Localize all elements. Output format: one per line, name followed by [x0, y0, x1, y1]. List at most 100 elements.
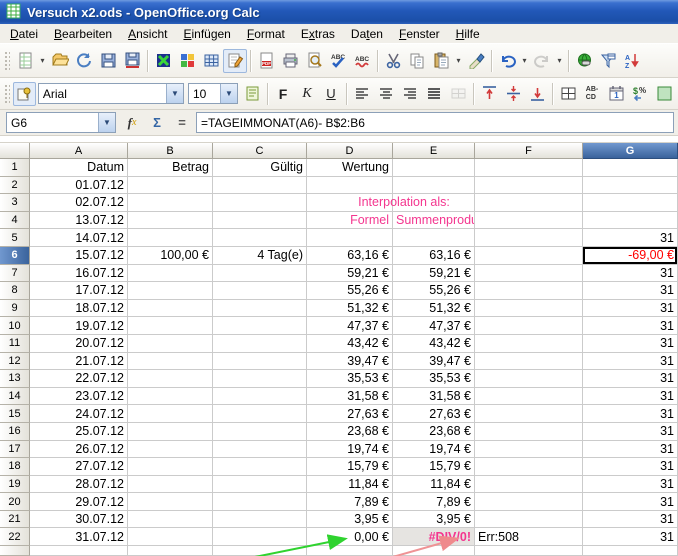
spellcheck-button[interactable]: ABC	[326, 49, 350, 73]
cell-E21[interactable]: 3,95 €	[393, 511, 475, 529]
cell-G13[interactable]: 31	[583, 370, 678, 388]
cell-C14[interactable]	[213, 388, 307, 406]
cell-B17[interactable]	[128, 441, 213, 459]
cell-B13[interactable]	[128, 370, 213, 388]
cell-G15[interactable]: 31	[583, 405, 678, 423]
cell-E4[interactable]: Summenprodukt	[393, 212, 475, 230]
cell-D16[interactable]: 23,68 €	[307, 423, 393, 441]
reload-button[interactable]	[72, 49, 96, 73]
cell-G11[interactable]: 31	[583, 335, 678, 353]
cell-C6[interactable]: 4 Tag(e)	[213, 247, 307, 265]
align-left-button[interactable]	[350, 82, 374, 106]
row-header-17[interactable]: 17	[0, 441, 30, 459]
hyperlink-button[interactable]	[572, 49, 596, 73]
row-header-9[interactable]: 9	[0, 300, 30, 318]
cell-C3[interactable]	[213, 194, 307, 212]
cell-A13[interactable]: 22.07.12	[30, 370, 128, 388]
clone-formatting-button[interactable]	[464, 49, 488, 73]
paste-dropdown-icon[interactable]: ▾	[453, 49, 464, 73]
cell-E19[interactable]: 11,84 €	[393, 476, 475, 494]
cell-C11[interactable]	[213, 335, 307, 353]
cell-D15[interactable]: 27,63 €	[307, 405, 393, 423]
cell-F16[interactable]	[475, 423, 583, 441]
row-header-5[interactable]: 5	[0, 229, 30, 247]
cell-B19[interactable]	[128, 476, 213, 494]
cell-B20[interactable]	[128, 493, 213, 511]
toolbar-drag-handle[interactable]	[3, 50, 10, 72]
cell-A6[interactable]: 15.07.12	[30, 247, 128, 265]
align-right-button[interactable]	[398, 82, 422, 106]
cell-B4[interactable]	[128, 212, 213, 230]
cell-C2[interactable]	[213, 177, 307, 195]
save-as-button[interactable]	[120, 49, 144, 73]
cell-E10[interactable]: 47,37 €	[393, 317, 475, 335]
font-size-dropdown-icon[interactable]: ▼	[220, 84, 237, 103]
cell-A12[interactable]: 21.07.12	[30, 353, 128, 371]
row-header-23[interactable]	[0, 546, 30, 556]
edit-mode-button[interactable]	[223, 49, 247, 73]
cell-E13[interactable]: 35,53 €	[393, 370, 475, 388]
bold-button[interactable]: F	[271, 82, 295, 106]
cell-C10[interactable]	[213, 317, 307, 335]
row-header-13[interactable]: 13	[0, 370, 30, 388]
cell-B21[interactable]	[128, 511, 213, 529]
cell-D17[interactable]: 19,74 €	[307, 441, 393, 459]
autofilter-button[interactable]	[596, 49, 620, 73]
cell-E2[interactable]	[393, 177, 475, 195]
cell-A22[interactable]: 31.07.12	[30, 528, 128, 546]
row-header-12[interactable]: 12	[0, 353, 30, 371]
cell-B8[interactable]	[128, 282, 213, 300]
cell-F1[interactable]	[475, 159, 583, 177]
menu-ansicht[interactable]: Ansicht	[120, 25, 175, 43]
column-header-c[interactable]: C	[213, 143, 307, 159]
cell-C9[interactable]	[213, 300, 307, 318]
pdf-export-button[interactable]: PDF	[254, 49, 278, 73]
insert-table-button[interactable]	[199, 49, 223, 73]
new-document-dropdown-icon[interactable]: ▾	[37, 49, 48, 73]
cell-D2[interactable]	[307, 177, 393, 195]
new-document-button[interactable]	[13, 49, 37, 73]
cell-E5[interactable]	[393, 229, 475, 247]
row-header-4[interactable]: 4	[0, 212, 30, 230]
cell-E3[interactable]	[393, 194, 475, 212]
cell-B5[interactable]	[128, 229, 213, 247]
borders-button[interactable]	[556, 82, 580, 106]
cell-B12[interactable]	[128, 353, 213, 371]
cell-D5[interactable]	[307, 229, 393, 247]
cell-F3[interactable]	[475, 194, 583, 212]
cell-F7[interactable]	[475, 265, 583, 283]
cell-B16[interactable]	[128, 423, 213, 441]
cell-C17[interactable]	[213, 441, 307, 459]
cell-D7[interactable]: 59,21 €	[307, 265, 393, 283]
cell-G23[interactable]	[583, 546, 678, 556]
cell-G7[interactable]: 31	[583, 265, 678, 283]
cell-B3[interactable]	[128, 194, 213, 212]
cell-D9[interactable]: 51,32 €	[307, 300, 393, 318]
cell-A19[interactable]: 28.07.12	[30, 476, 128, 494]
font-size-combobox[interactable]: 10 ▼	[188, 83, 238, 104]
cell-A3[interactable]: 02.07.12	[30, 194, 128, 212]
cell-B10[interactable]	[128, 317, 213, 335]
cell-E7[interactable]: 59,21 €	[393, 265, 475, 283]
page-preview-button[interactable]	[302, 49, 326, 73]
cell-F18[interactable]	[475, 458, 583, 476]
sum-icon[interactable]: Σ	[146, 113, 168, 133]
cell-D8[interactable]: 55,26 €	[307, 282, 393, 300]
cell-F5[interactable]	[475, 229, 583, 247]
menu-datei[interactable]: Datei	[2, 25, 46, 43]
cell-D12[interactable]: 39,47 €	[307, 353, 393, 371]
cell-E14[interactable]: 31,58 €	[393, 388, 475, 406]
cell-E22[interactable]: #DIV/0!	[393, 528, 475, 546]
export-excel-button[interactable]	[151, 49, 175, 73]
open-folder-button[interactable]	[48, 49, 72, 73]
row-header-18[interactable]: 18	[0, 458, 30, 476]
column-header-b[interactable]: B	[128, 143, 213, 159]
underline-button[interactable]: U	[319, 82, 343, 106]
format-currency-button[interactable]: $%	[628, 82, 652, 106]
row-header-20[interactable]: 20	[0, 493, 30, 511]
cell-A20[interactable]: 29.07.12	[30, 493, 128, 511]
cell-E18[interactable]: 15,79 €	[393, 458, 475, 476]
cell-D19[interactable]: 11,84 €	[307, 476, 393, 494]
cell-C7[interactable]	[213, 265, 307, 283]
cell-G12[interactable]: 31	[583, 353, 678, 371]
